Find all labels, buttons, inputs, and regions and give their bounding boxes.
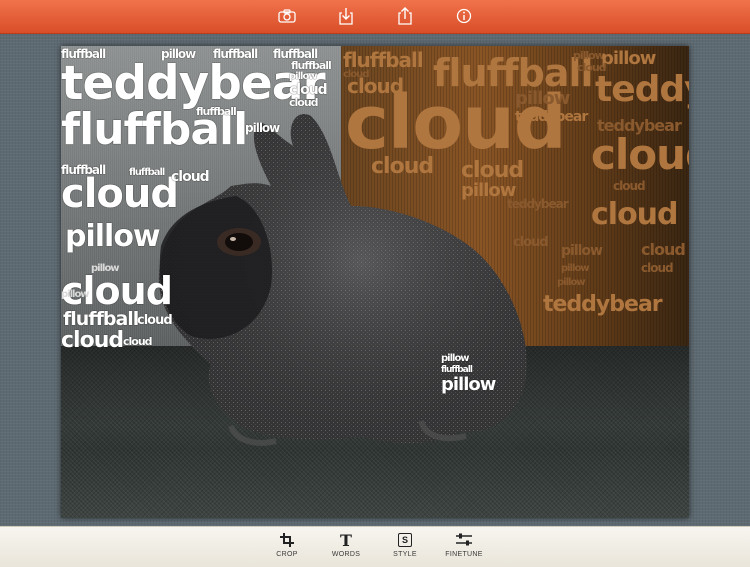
share-icon <box>398 7 412 25</box>
style-label: STYLE <box>393 551 417 558</box>
word: fluffball <box>291 59 332 72</box>
word: cloud <box>461 158 524 183</box>
word: pillow <box>561 263 590 274</box>
word: cloud <box>123 335 153 348</box>
word: pillow <box>561 243 603 259</box>
word: pillow <box>65 219 161 254</box>
word: pillow <box>557 277 586 288</box>
word: cloud <box>371 154 434 179</box>
words-button[interactable]: T WORDS <box>324 531 368 565</box>
word: fluffball <box>196 105 237 118</box>
word-art-canvas[interactable]: fluffball pillow fluffball fluffball ted… <box>61 46 689 518</box>
word: pillow <box>289 71 318 82</box>
word: teddybear <box>515 109 588 125</box>
word: pillow <box>245 121 280 135</box>
bottom-toolbar: CROP T WORDS S STYLE FINETUNE <box>0 526 750 567</box>
word: teddybear <box>543 292 663 317</box>
share-button[interactable] <box>393 5 417 27</box>
style-icon: S <box>398 533 412 547</box>
word: pillow <box>441 374 496 395</box>
word: pillow <box>441 353 470 364</box>
word: cloud <box>289 82 328 98</box>
word: teddybear <box>61 56 326 111</box>
word: cloud <box>641 261 674 275</box>
camera-icon <box>278 9 296 23</box>
word: pillow <box>601 48 656 69</box>
word: cloud <box>591 130 689 179</box>
word: cloud <box>641 240 686 259</box>
text-icon: T <box>340 530 352 550</box>
word: cloud <box>613 179 646 193</box>
word: pillow <box>91 263 120 274</box>
info-icon <box>456 8 472 24</box>
info-button[interactable] <box>452 5 476 27</box>
save-button[interactable] <box>334 5 358 27</box>
word: fluffball <box>129 167 165 178</box>
save-icon <box>339 8 353 25</box>
word: fluffball <box>63 308 139 330</box>
words-label: WORDS <box>331 551 361 558</box>
workspace: fluffball pillow fluffball fluffball ted… <box>0 34 750 526</box>
word: teddybear <box>507 197 569 211</box>
word: cloud <box>61 171 179 217</box>
camera-button[interactable] <box>275 5 299 27</box>
top-toolbar <box>0 0 750 34</box>
word: cloud <box>171 169 210 185</box>
word: pillow <box>573 49 605 62</box>
finetune-button[interactable]: FINETUNE <box>442 531 486 565</box>
finetune-label: FINETUNE <box>445 551 483 558</box>
word: cloud <box>137 313 173 328</box>
crop-label: CROP <box>276 551 298 558</box>
style-button[interactable]: S STYLE <box>383 531 427 565</box>
word: teddybear <box>595 69 689 110</box>
word: pillow <box>515 88 570 109</box>
word: cloud <box>591 197 679 232</box>
word: cloud <box>513 235 549 250</box>
word: pillow <box>61 289 90 300</box>
sliders-icon <box>456 533 472 546</box>
word: fluffball <box>343 48 424 72</box>
word: cloud <box>289 96 319 109</box>
word: cloud <box>61 328 124 353</box>
crop-button[interactable]: CROP <box>265 531 309 565</box>
crop-icon <box>280 533 294 547</box>
